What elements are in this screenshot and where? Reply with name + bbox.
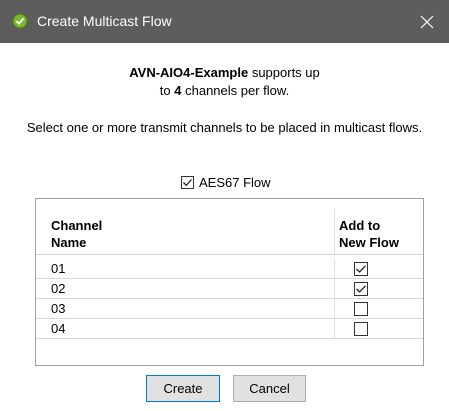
channel-count: 4 [174,83,182,98]
channel-name: 04 [51,321,66,336]
close-icon [420,15,434,28]
add-to-flow-checkbox[interactable] [354,262,368,276]
cancel-button[interactable]: Cancel [233,375,306,402]
supports-text: supports up [248,65,320,80]
channel-name: 03 [51,301,66,316]
column-divider [334,319,335,339]
table-header: Channel Name Add to New Flow [36,199,423,255]
header-channel-name: Channel Name [51,217,102,251]
aes67-checkbox[interactable] [181,175,194,189]
close-button[interactable] [405,0,449,43]
column-divider [334,279,335,299]
checkmark-icon [356,265,366,273]
instruction-text: Select one or more transmit channels to … [26,120,423,135]
add-to-flow-checkbox[interactable] [354,322,368,336]
table-row: 03 [36,299,423,319]
add-to-flow-checkbox[interactable] [354,282,368,296]
app-logo-icon [12,13,28,29]
channel-name: 02 [51,281,66,296]
table-row: 01 [36,259,423,279]
table-row: 02 [36,279,423,299]
column-divider [334,299,335,319]
checkmark-icon [356,285,366,293]
header-add-line1: Add to [339,218,381,233]
column-divider [334,259,335,279]
aes67-flow-option[interactable]: AES67 Flow [181,173,271,191]
table-row: 04 [36,319,423,339]
channel-name: 01 [51,261,66,276]
aes67-label: AES67 Flow [199,174,271,190]
title-bar: Create Multicast Flow [0,0,449,43]
window-title: Create Multicast Flow [37,13,172,29]
header-add-to-new-flow: Add to New Flow [339,217,399,251]
line2-suffix: channels per flow. [181,83,290,98]
dialog-content: AVN-AIO4-Example supports up to 4 channe… [0,43,449,411]
checkmark-icon [183,178,192,186]
device-name: AVN-AIO4-Example [129,65,249,80]
header-add-line2: New Flow [339,235,399,250]
header-channel-line2: Name [51,235,87,250]
header-divider [334,209,335,254]
support-message: AVN-AIO4-Example supports up to 4 channe… [0,64,449,100]
add-to-flow-checkbox[interactable] [354,302,368,316]
create-button[interactable]: Create [146,375,220,402]
channel-table: Channel Name Add to New Flow 01 02 03 04 [35,198,424,366]
line2-prefix: to [159,83,175,98]
header-channel-line1: Channel [51,218,103,233]
table-body: 01 02 03 04 [36,259,423,339]
